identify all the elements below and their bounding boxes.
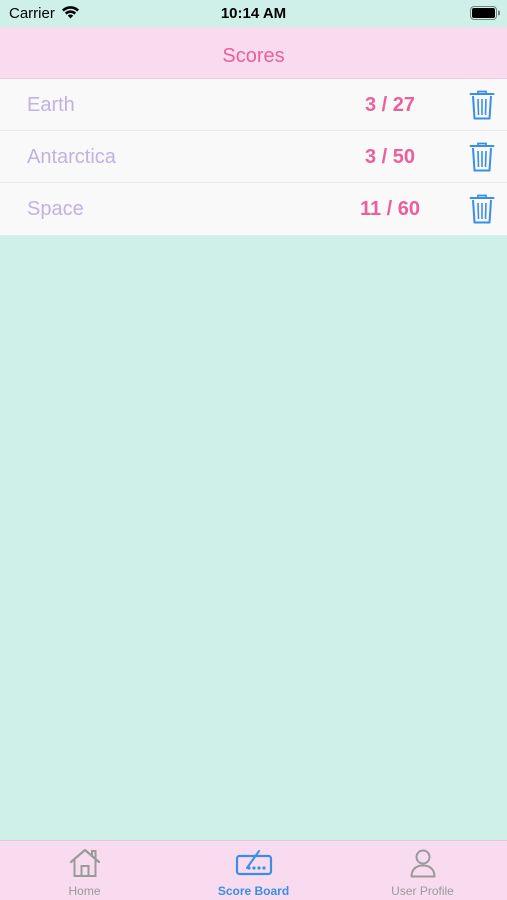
tab-label: Score Board [217, 884, 290, 898]
tab-bar: Home Score Board User Profile [0, 840, 507, 900]
tab-score-board[interactable]: Score Board [169, 841, 338, 900]
page-title: Scores [222, 45, 285, 67]
score-row-label: Antarctica [27, 146, 116, 168]
score-row-value: 3 / 50 [364, 146, 416, 168]
navigation-bar: Scores [0, 27, 507, 79]
tab-label: Home [68, 884, 101, 898]
status-bar: Carrier 10:14 AM [0, 0, 507, 27]
scoreboard-icon [235, 850, 272, 876]
tab-label: User Profile [391, 884, 454, 898]
score-row-value: 11 / 60 [359, 198, 421, 220]
home-icon [69, 848, 100, 877]
trash-icon[interactable] [469, 142, 495, 172]
status-time: 10:14 AM [220, 5, 287, 22]
score-row-space[interactable]: Space 11 / 60 [0, 183, 507, 235]
score-row-earth[interactable]: Earth 3 / 27 [0, 79, 507, 131]
score-list: Earth 3 / 27 Antarctica 3 / 50 Space 11 … [0, 79, 507, 235]
tab-home[interactable]: Home [0, 841, 169, 900]
score-row-value: 3 / 27 [364, 94, 416, 116]
trash-icon[interactable] [469, 90, 495, 120]
user-icon [410, 849, 435, 878]
tab-user-profile[interactable]: User Profile [338, 841, 507, 900]
trash-icon[interactable] [469, 194, 495, 224]
score-row-label: Space [27, 198, 84, 220]
score-row-label: Earth [27, 94, 75, 116]
score-row-antarctica[interactable]: Antarctica 3 / 50 [0, 131, 507, 183]
battery-icon [470, 6, 500, 20]
